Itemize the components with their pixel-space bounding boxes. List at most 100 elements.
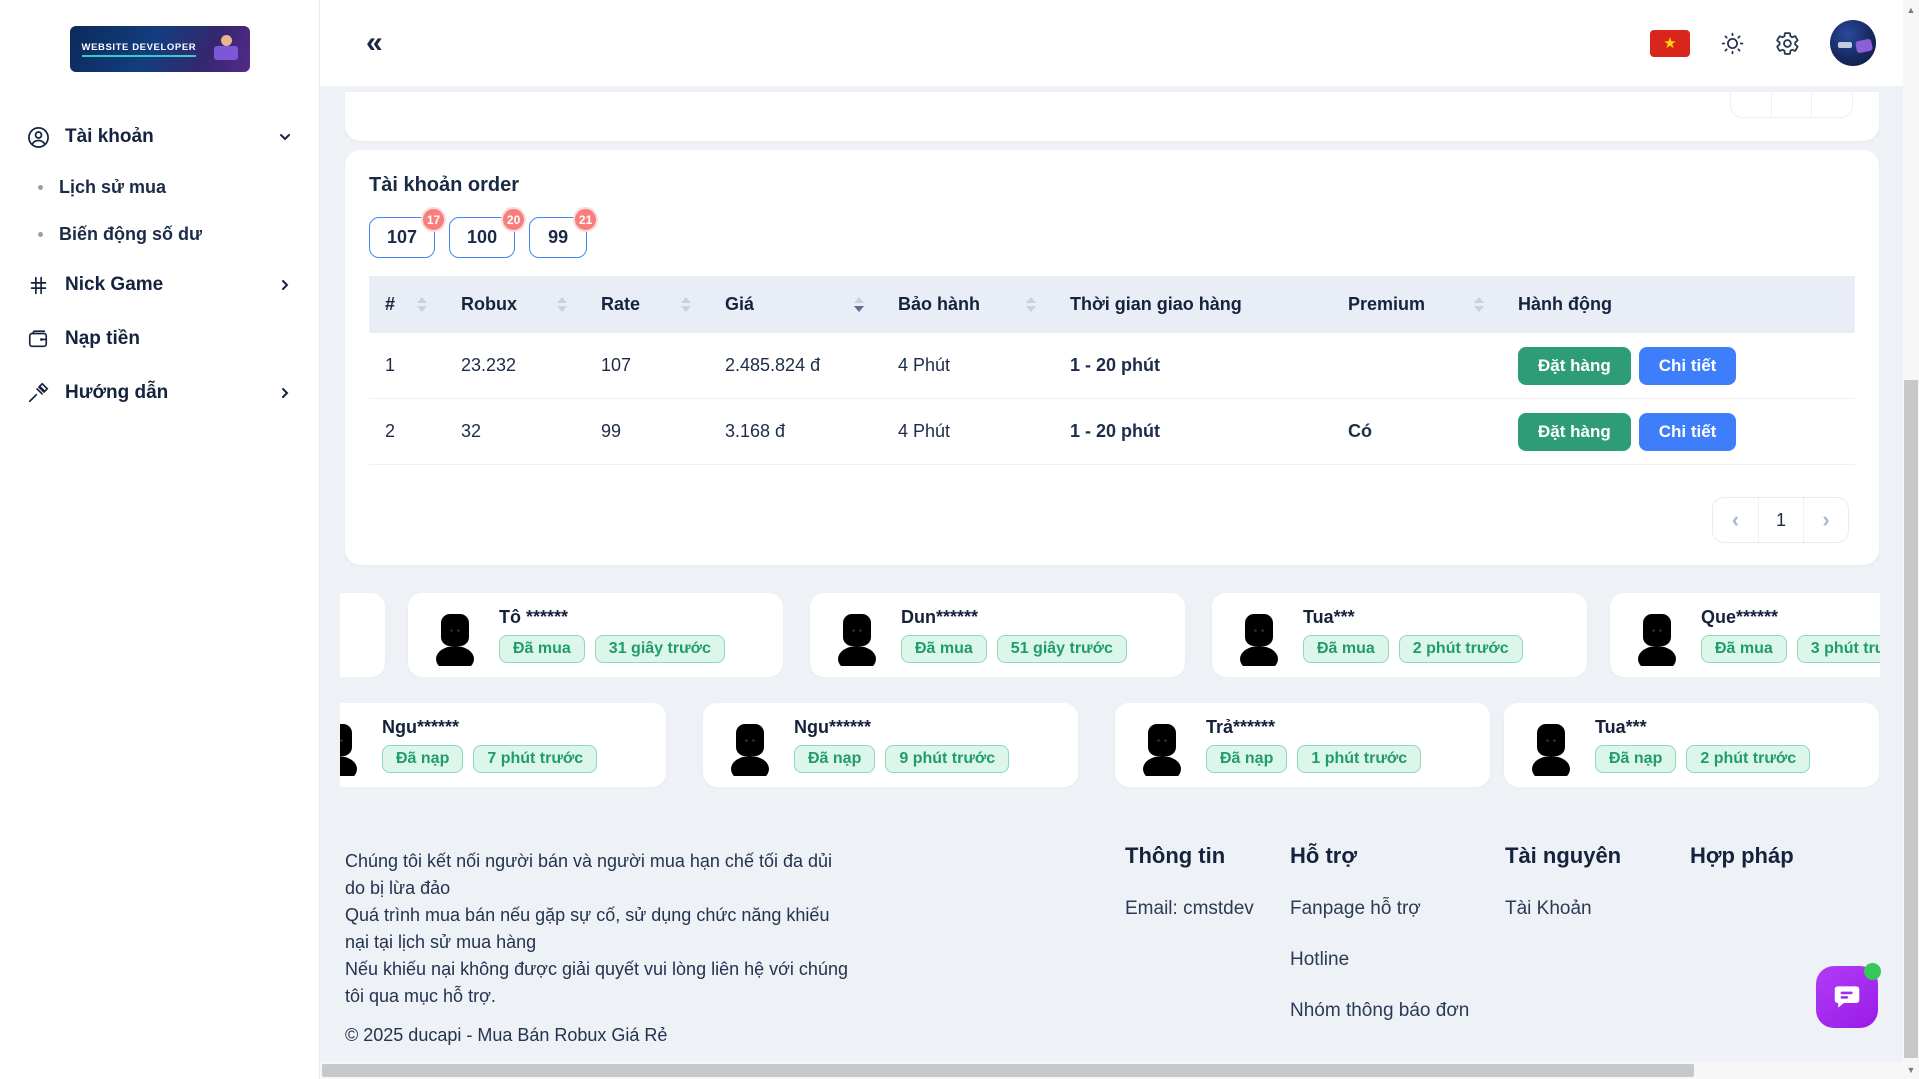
horizontal-scrollbar-thumb[interactable] [322,1064,1694,1077]
column-header-premium[interactable]: Premium [1332,276,1502,333]
bullet-icon [38,232,43,237]
action-badge: Đã nạp [1595,745,1676,773]
buyer-name: Tua*** [1303,607,1523,628]
scroll-down-arrow[interactable]: ▼ [1903,1065,1919,1075]
tab-rate-100[interactable]: 100 20 [449,217,515,258]
order-button[interactable]: Đặt hàng [1518,347,1631,385]
order-button[interactable]: Đặt hàng [1518,413,1631,451]
sun-icon [1720,31,1745,56]
topbar: « ★ [320,0,1903,86]
column-header-index[interactable]: # [369,276,445,333]
time-badge: 31 giây trước [595,635,725,663]
footer-about-line: Chúng tôi kết nối người bán và người mua… [345,848,850,902]
column-header-rate[interactable]: Rate [585,276,709,333]
tab-rate-99[interactable]: 99 21 [529,217,587,258]
purchase-notifications-row: Tô ****** Đã mua 31 giây trước Dun******… [340,593,1880,677]
chevron-right-icon [277,277,293,293]
sidebar-item-label: Hướng dẫn [65,382,168,404]
footer-column-hop-phap: Hợp pháp [1690,843,1794,869]
notification-card: Tua*** Đã nạp 2 phút trước [1504,703,1879,787]
cell-robux: 23.232 [445,355,585,376]
tab-rate-107[interactable]: 107 17 [369,217,435,258]
cell-gia: 2.485.824 đ [709,355,882,376]
user-avatar[interactable] [1830,20,1876,66]
horizontal-scrollbar[interactable] [320,1062,1903,1079]
sidebar-item-label: Tài khoản [65,126,154,148]
chevron-right-icon [277,385,293,401]
pagination-page-1[interactable]: 1 [1758,498,1803,542]
sidebar-item-nick-game[interactable]: Nick Game [0,258,319,312]
pagination-next-button[interactable]: › [1803,498,1848,542]
footer-column-title: Hợp pháp [1690,843,1794,869]
buyer-avatar [830,604,884,666]
sort-desc-active-icon [854,297,864,312]
action-badge: Đã mua [1701,635,1787,663]
column-header-hanh-dong: Hành động [1502,276,1855,333]
buyer-avatar [340,714,365,776]
footer-link-tai-khoan[interactable]: Tài Khoản [1505,898,1621,920]
detail-button[interactable]: Chi tiết [1639,413,1737,451]
wallet-icon [26,327,50,351]
cell-actions: Đặt hàng Chi tiết [1502,347,1855,385]
action-badge: Đã mua [499,635,585,663]
online-status-dot [1864,963,1881,980]
time-badge: 9 phút trước [885,745,1009,773]
tab-label: 100 [467,227,497,247]
cell-bao-hanh: 4 Phút [882,421,1054,442]
sidebar-item-bien-dong-so-du[interactable]: Biến động số dư [0,211,319,258]
sort-icon [681,297,691,312]
buyer-name: Que****** [1701,607,1880,628]
settings-button[interactable] [1775,31,1800,56]
sidebar: WEBSITE DEVELOPER Tài khoản Lịch sử mua … [0,0,320,1079]
column-header-robux[interactable]: Robux [445,276,585,333]
tab-count-badge: 21 [573,207,598,232]
footer-copyright: © 2025 ducapi - Mua Bán Robux Giá Rẻ [345,1022,850,1049]
column-header-gia[interactable]: Giá [709,276,882,333]
column-header-thoi-gian: Thời gian giao hàng [1054,276,1332,333]
tab-count-badge: 17 [421,207,446,232]
buyer-name: Ngu****** [794,717,1009,738]
time-badge: 2 phút trước [1399,635,1523,663]
theme-toggle-button[interactable] [1720,31,1745,56]
cell-gia: 3.168 đ [709,421,882,442]
time-badge: 1 phút trước [1297,745,1421,773]
sort-icon [417,297,427,312]
scroll-up-arrow[interactable]: ▲ [1903,5,1919,15]
time-badge: 2 phút trước [1686,745,1810,773]
cell-rate: 99 [585,421,709,442]
time-badge: 51 giây trước [997,635,1127,663]
footer-column-thong-tin: Thông tin Email: cmstdev [1125,843,1254,920]
vertical-scrollbar[interactable]: ▲ ▼ [1903,0,1919,1079]
column-header-bao-hanh[interactable]: Bảo hành [882,276,1054,333]
footer-link-nhom-thong-bao[interactable]: Nhóm thông báo đơn [1290,1000,1469,1022]
sidebar-item-nap-tien[interactable]: Nạp tiền [0,312,319,366]
sidebar-item-lich-su-mua[interactable]: Lịch sử mua [0,164,319,211]
chevron-down-icon [277,129,293,145]
sidebar-item-tai-khoan[interactable]: Tài khoản [0,110,319,164]
sort-icon [557,297,567,312]
buyer-avatar [1630,604,1684,666]
buyer-name: Trả****** [1206,717,1421,738]
buyer-name: Ngu****** [382,717,597,738]
table-row: 2 32 99 3.168 đ 4 Phút 1 - 20 phút Có Đặ… [369,399,1855,465]
sidebar-collapse-button[interactable]: « [366,28,383,58]
vertical-scrollbar-thumb[interactable] [1904,380,1918,1058]
footer-column-ho-tro: Hỗ trợ Fanpage hỗ trợ Hotline Nhóm thông… [1290,843,1469,1022]
topbar-actions: ★ [1650,20,1876,66]
table-header-row: # Robux Rate Giá [369,276,1855,333]
cell-thoi-gian: 1 - 20 phút [1054,421,1332,442]
pagination-prev-button[interactable]: ‹ [1713,498,1758,542]
sort-icon [1026,297,1036,312]
notification-card: Ngu****** Đã nạp 7 phút trước [340,703,666,787]
detail-button[interactable]: Chi tiết [1639,347,1737,385]
footer-link-fanpage[interactable]: Fanpage hỗ trợ [1290,898,1469,920]
notification-card: Tua*** Đã mua 2 phút trước [1212,593,1587,677]
sort-icon [1474,297,1484,312]
previous-section-card [345,92,1879,141]
footer-link-hotline[interactable]: Hotline [1290,949,1469,971]
sidebar-item-huong-dan[interactable]: Hướng dẫn [0,366,319,420]
buyer-avatar [428,604,482,666]
chat-widget-button[interactable] [1816,966,1878,1028]
cell-actions: Đặt hàng Chi tiết [1502,413,1855,451]
language-flag-vietnam[interactable]: ★ [1650,30,1690,57]
